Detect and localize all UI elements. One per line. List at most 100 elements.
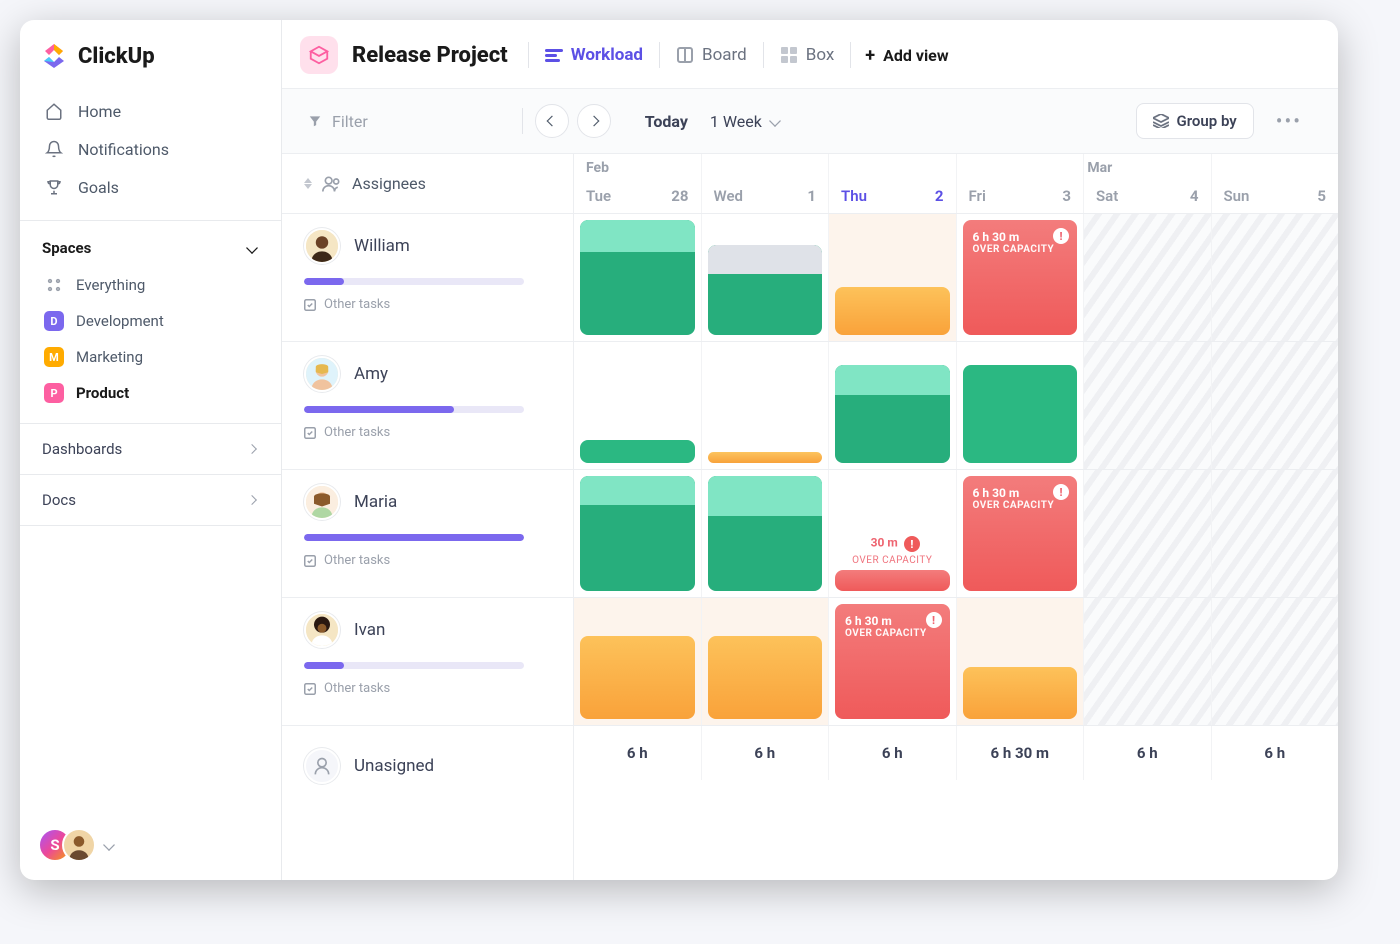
workload-bar[interactable] (580, 636, 695, 719)
chevron-right-icon (247, 495, 257, 505)
home-icon (44, 101, 64, 121)
nav-home-label: Home (78, 102, 121, 121)
day-header-current[interactable]: Thu2 (829, 154, 957, 213)
day-header[interactable]: Sun5 (1212, 154, 1339, 213)
view-board[interactable]: Board (660, 39, 763, 71)
assignee-amy[interactable]: Amy Other tasks (282, 342, 573, 470)
day-header[interactable]: Wed1 (702, 154, 830, 213)
divider (522, 108, 523, 134)
workload-cell[interactable] (829, 214, 957, 341)
workload-bar[interactable] (580, 220, 695, 335)
workload-cell[interactable] (574, 470, 702, 597)
nav-goals[interactable]: Goals (34, 168, 267, 206)
month-label-left: Feb (586, 160, 609, 176)
next-button[interactable] (577, 104, 611, 138)
assignee-william[interactable]: William Other tasks (282, 214, 573, 342)
calendar-footer-row: 6 h 6 h 6 h 6 h 30 m 6 h 6 h (574, 726, 1338, 780)
nav-home[interactable]: Home (34, 92, 267, 130)
assignee-name: Unasigned (354, 756, 434, 776)
workload-bar[interactable] (835, 287, 950, 335)
space-label: Marketing (76, 348, 143, 366)
workload-bar[interactable] (580, 440, 695, 463)
workload-bar[interactable] (963, 365, 1078, 463)
over-capacity-badge: 6 h 30 m ! OVER CAPACITY (845, 614, 940, 639)
progress-bar (304, 534, 524, 541)
chevron-right-icon (247, 444, 257, 454)
assignee-unassigned[interactable]: Unasigned (282, 726, 573, 806)
workload-cell[interactable] (574, 342, 702, 469)
assignee-name: Amy (354, 364, 388, 384)
today-button[interactable]: Today (635, 112, 698, 131)
workload-bar-overcapacity[interactable]: 6 h 30 m ! OVER CAPACITY (835, 604, 950, 719)
other-tasks-toggle[interactable]: Other tasks (304, 425, 551, 440)
profile-area[interactable]: S (20, 810, 281, 880)
view-box[interactable]: Box (764, 39, 851, 71)
workload-cell[interactable] (957, 598, 1085, 725)
assignee-header[interactable]: Assignees (282, 154, 573, 214)
workload-cell[interactable] (574, 598, 702, 725)
people-icon (322, 176, 342, 192)
project-icon[interactable] (300, 36, 338, 74)
logo-text: ClickUp (78, 44, 155, 69)
avatar (304, 612, 340, 648)
sidebar-dashboards[interactable]: Dashboards (20, 423, 281, 474)
workload-bar[interactable] (835, 365, 950, 463)
workload-bar-overcapacity[interactable] (835, 570, 950, 591)
other-tasks-toggle[interactable]: Other tasks (304, 681, 551, 696)
assignee-maria[interactable]: Maria Other tasks (282, 470, 573, 598)
workload-cell[interactable] (574, 214, 702, 341)
space-everything[interactable]: Everything (38, 267, 263, 303)
space-product[interactable]: P Product (38, 375, 263, 411)
workload-cell-weekend (1212, 470, 1339, 597)
other-tasks-toggle[interactable]: Other tasks (304, 297, 551, 312)
box-icon (780, 46, 798, 64)
workload-cell[interactable]: 6 h 30 m ! OVER CAPACITY (957, 214, 1085, 341)
workload-cell[interactable]: 6 h 30 m ! OVER CAPACITY (957, 470, 1085, 597)
unassigned-icon (304, 748, 340, 784)
over-capacity-badge: 6 h 30 m ! OVER CAPACITY (973, 486, 1068, 511)
group-by-button[interactable]: Group by (1136, 103, 1254, 139)
workload-cell[interactable] (702, 214, 830, 341)
nav-notifications[interactable]: Notifications (34, 130, 267, 168)
workload-cell[interactable] (829, 342, 957, 469)
workload-cell[interactable]: 30 m! OVER CAPACITY (829, 470, 957, 597)
workload-row: 30 m! OVER CAPACITY 6 h 30 m ! OVER CAPA… (574, 470, 1338, 598)
filter-button[interactable]: Filter (308, 112, 368, 131)
nav-notifications-label: Notifications (78, 140, 169, 159)
workload-bar[interactable] (708, 245, 823, 335)
workload-bar[interactable] (708, 636, 823, 719)
nav-goals-label: Goals (78, 178, 119, 197)
workload-bar[interactable] (580, 476, 695, 591)
calendar: Feb Mar Tue28 Wed1 Thu2 Fri3 Sat4 Sun5 (574, 154, 1338, 880)
workload-bar[interactable] (708, 476, 823, 591)
workload-cell[interactable] (702, 470, 830, 597)
user-avatar (62, 828, 96, 862)
space-development[interactable]: D Development (38, 303, 263, 339)
workload-cell[interactable] (957, 342, 1085, 469)
space-marketing[interactable]: M Marketing (38, 339, 263, 375)
footer-cell: 6 h (1212, 726, 1339, 780)
avatar (304, 228, 340, 264)
docs-label: Docs (42, 491, 76, 509)
day-header[interactable]: Fri3 (957, 154, 1085, 213)
spaces-header[interactable]: Spaces (38, 233, 263, 267)
workload-bar[interactable] (708, 452, 823, 464)
view-workload[interactable]: Workload (529, 39, 659, 71)
workload-bar-overcapacity[interactable]: 6 h 30 m ! OVER CAPACITY (963, 476, 1078, 591)
sidebar: ClickUp Home Notifications Goals Spaces (20, 20, 282, 880)
footer-cell: 6 h (1084, 726, 1212, 780)
assignee-ivan[interactable]: Ivan Other tasks (282, 598, 573, 726)
more-button[interactable]: ••• (1266, 103, 1312, 139)
workload-cell[interactable]: 6 h 30 m ! OVER CAPACITY (829, 598, 957, 725)
space-letter-icon: D (44, 311, 64, 331)
sidebar-docs[interactable]: Docs (20, 474, 281, 526)
workload-cell[interactable] (702, 598, 830, 725)
workload-bar-overcapacity[interactable]: 6 h 30 m ! OVER CAPACITY (963, 220, 1078, 335)
prev-button[interactable] (535, 104, 569, 138)
logo[interactable]: ClickUp (20, 20, 281, 88)
range-select[interactable]: 1 Week (710, 112, 782, 131)
workload-cell[interactable] (702, 342, 830, 469)
workload-bar[interactable] (963, 667, 1078, 719)
add-view-button[interactable]: + Add view (851, 39, 962, 72)
other-tasks-toggle[interactable]: Other tasks (304, 553, 551, 568)
